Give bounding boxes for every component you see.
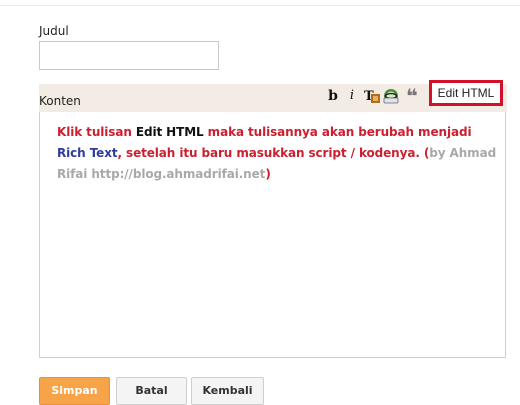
title-input[interactable]	[39, 41, 219, 70]
content-text: Klik tulisan Edit HTML maka tulisannya a…	[57, 122, 497, 185]
editor-toolbar: Konten b i T ❝ Edit HTML	[39, 80, 507, 112]
edit-html-button[interactable]: Edit HTML	[429, 80, 503, 106]
content-segment: , setelah itu baru masukkan script / kod…	[117, 146, 430, 160]
content-label: Konten	[39, 94, 81, 108]
content-segment: Klik tulisan	[57, 125, 136, 139]
title-label: Judul	[39, 24, 69, 38]
top-divider	[0, 5, 520, 6]
link-icon[interactable]	[383, 88, 399, 104]
content-segment-edit-html: Edit HTML	[135, 125, 204, 139]
content-segment-rich-text: Rich Text	[57, 146, 118, 160]
font-color-icon[interactable]: T	[363, 88, 381, 104]
italic-icon[interactable]: i	[347, 88, 357, 104]
quote-icon[interactable]: ❝	[403, 86, 421, 106]
content-segment: maka tulisannya akan berubah menjadi	[203, 125, 472, 139]
save-button[interactable]: Simpan	[39, 377, 110, 405]
content-editor[interactable]: Klik tulisan Edit HTML maka tulisannya a…	[39, 112, 506, 358]
bold-icon[interactable]: b	[327, 88, 339, 104]
back-button[interactable]: Kembali	[191, 377, 264, 405]
cancel-button[interactable]: Batal	[116, 377, 187, 405]
content-segment: )	[265, 167, 271, 181]
